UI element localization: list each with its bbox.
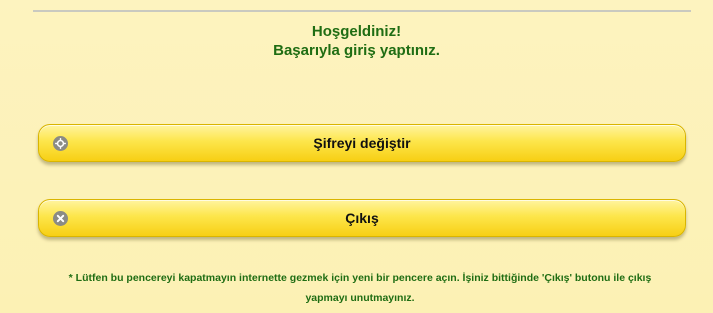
welcome-message: Hoşgeldiniz! Başarıyla giriş yaptınız. bbox=[0, 22, 713, 60]
login-success-page: Hoşgeldiniz! Başarıyla giriş yaptınız. Ş… bbox=[0, 0, 713, 313]
footer-note-line-2: yapmayı unutmayınız. bbox=[305, 292, 415, 304]
top-divider bbox=[33, 10, 691, 12]
change-password-button[interactable]: Şifreyi değiştir bbox=[38, 124, 686, 162]
footer-note-line-1: * Lütfen bu pencereyi kapatmayın interne… bbox=[68, 272, 652, 284]
change-password-label: Şifreyi değiştir bbox=[313, 135, 411, 151]
welcome-subtitle: Başarıyla giriş yaptınız. bbox=[273, 42, 440, 59]
logout-button[interactable]: Çıkış bbox=[38, 199, 686, 237]
logout-label: Çıkış bbox=[345, 210, 379, 226]
footer-note: * Lütfen bu pencereyi kapatmayın interne… bbox=[30, 268, 690, 308]
welcome-title: Hoşgeldiniz! bbox=[311, 23, 402, 40]
